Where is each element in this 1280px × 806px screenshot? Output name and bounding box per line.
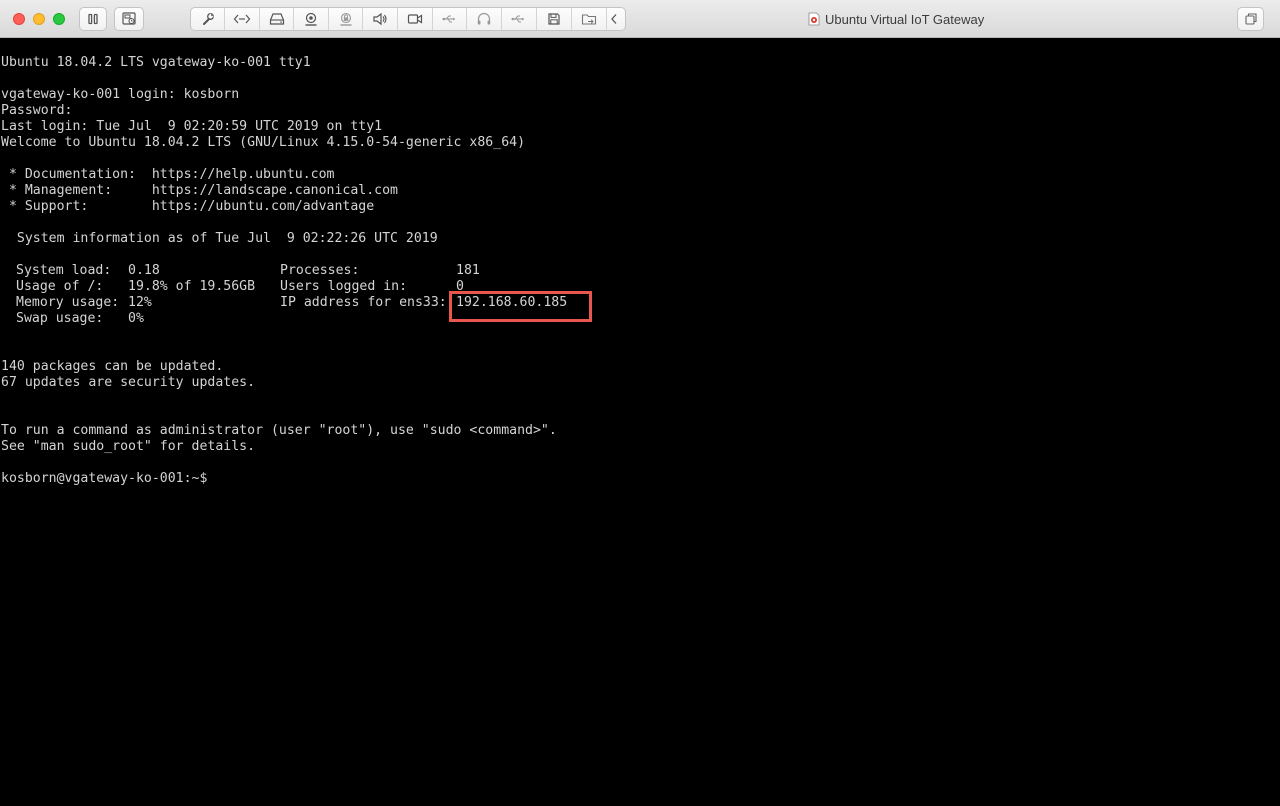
code-icon	[233, 14, 251, 24]
toolbar-collapse-button[interactable]	[607, 8, 621, 30]
security-button[interactable]	[329, 8, 363, 30]
device-toolbar	[190, 7, 626, 31]
speaker-icon	[373, 12, 387, 26]
hard-disk-icon	[269, 13, 284, 25]
console-banner: Ubuntu 18.04.2 LTS vgateway-ko-001 tty1	[1, 55, 311, 70]
ip-address-highlight	[449, 291, 592, 322]
chevron-left-icon	[611, 14, 617, 24]
usb-icon	[442, 15, 455, 23]
disk-usage-label: Usage of /:	[16, 279, 104, 294]
snapshot-button[interactable]	[114, 7, 144, 31]
ip-address-label: IP address for ens33:	[280, 295, 447, 310]
fullscreen-button[interactable]	[1237, 7, 1264, 31]
password-line: Password:	[1, 103, 73, 118]
hard-disk-button[interactable]	[260, 8, 294, 30]
window-title-area: Ubuntu Virtual IoT Gateway	[808, 10, 984, 28]
floppy-button[interactable]	[537, 8, 572, 30]
wrench-icon	[202, 13, 214, 25]
processes-label: Processes:	[280, 263, 360, 278]
system-load-value: 0.18	[128, 263, 160, 278]
fullscreen-icon	[1244, 13, 1257, 25]
lock-icon	[340, 12, 351, 26]
login-line: vgateway-ko-001 login: kosborn	[1, 87, 240, 102]
camera-icon	[305, 12, 317, 26]
window-title: Ubuntu Virtual IoT Gateway	[825, 11, 985, 27]
memory-usage-label: Memory usage:	[16, 295, 120, 310]
support-link-line: * Support: https://ubuntu.com/advantage	[1, 199, 375, 214]
security-update-line: 67 updates are security updates.	[1, 375, 256, 390]
shared-folder-icon	[581, 14, 597, 25]
camera-button[interactable]	[294, 8, 329, 30]
sysinfo-header: System information as of Tue Jul 9 02:22…	[1, 231, 438, 246]
usb-device-button[interactable]	[502, 8, 537, 30]
welcome-line: Welcome to Ubuntu 18.04.2 LTS (GNU/Linux…	[1, 135, 526, 150]
usb-icon	[511, 15, 524, 23]
shell-prompt[interactable]: kosborn@vgateway-ko-001:~$	[1, 471, 207, 487]
usb-button[interactable]	[433, 8, 467, 30]
sound-button[interactable]	[363, 8, 398, 30]
swap-usage-label: Swap usage:	[16, 311, 104, 326]
floppy-icon	[548, 13, 560, 25]
settings-button[interactable]	[191, 8, 225, 30]
system-load-label: System load:	[16, 263, 112, 278]
memory-usage-value: 12%	[128, 295, 152, 310]
last-login-line: Last login: Tue Jul 9 02:20:59 UTC 2019 …	[1, 119, 383, 134]
video-button[interactable]	[398, 8, 433, 30]
video-icon	[407, 14, 423, 24]
vm-console[interactable]: Ubuntu 18.04.2 LTS vgateway-ko-001 tty1 …	[0, 38, 1280, 806]
users-logged-in-label: Users logged in:	[280, 279, 408, 294]
processes-value: 181	[456, 263, 480, 278]
pause-icon	[88, 13, 98, 25]
minimize-window-button[interactable]	[33, 13, 45, 25]
headphones-button[interactable]	[467, 8, 502, 30]
sudo-root-hint-line: See "man sudo_root" for details.	[1, 439, 256, 454]
pause-button[interactable]	[79, 7, 107, 31]
vm-window: Ubuntu Virtual IoT Gateway Ubuntu 18.04.…	[0, 0, 1280, 806]
management-link-line: * Management: https://landscape.canonica…	[1, 183, 398, 198]
shared-folder-button[interactable]	[572, 8, 607, 30]
headphones-icon	[477, 12, 491, 25]
packages-update-line: 140 packages can be updated.	[1, 359, 224, 374]
sudo-hint-line: To run a command as administrator (user …	[1, 423, 557, 438]
swap-usage-value: 0%	[128, 311, 144, 326]
network-button[interactable]	[225, 8, 260, 30]
title-bar: Ubuntu Virtual IoT Gateway	[0, 0, 1280, 38]
close-window-button[interactable]	[13, 13, 25, 25]
documentation-link-line: * Documentation: https://help.ubuntu.com	[1, 167, 335, 182]
vm-app-icon	[808, 12, 820, 26]
snapshot-icon	[122, 12, 136, 25]
zoom-window-button[interactable]	[53, 13, 65, 25]
disk-usage-value: 19.8% of 19.56GB	[128, 279, 256, 294]
